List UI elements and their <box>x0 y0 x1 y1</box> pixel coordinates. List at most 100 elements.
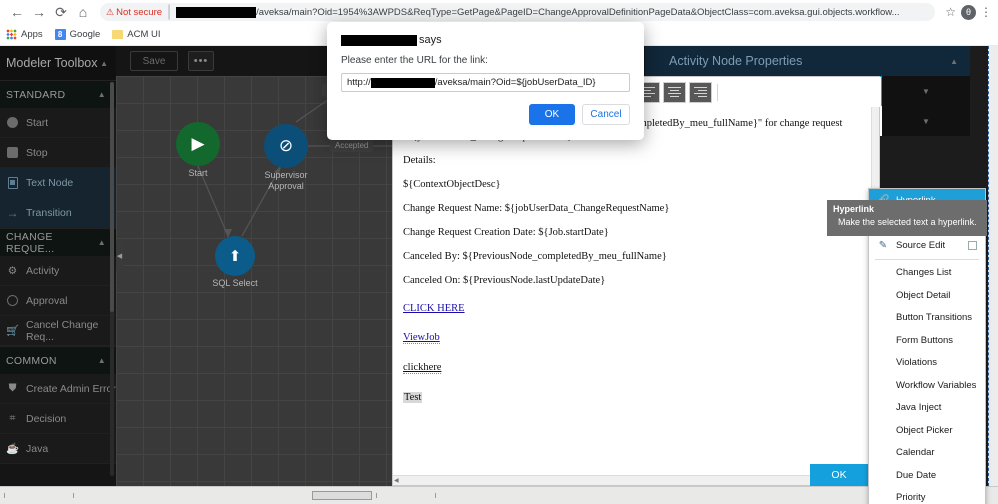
toolbox-item-text-node[interactable]: Text Node <box>0 168 116 198</box>
item-label: Approval <box>26 295 67 307</box>
workflow-node-start[interactable]: ▶ Start <box>176 122 220 166</box>
menu-item-calendar[interactable]: Calendar <box>869 442 985 465</box>
back-icon[interactable]: ← <box>6 1 28 23</box>
more-options-button[interactable]: ••• <box>188 51 214 71</box>
toolbox-item-create-admin-error[interactable]: ⛊ Create Admin Error <box>0 374 116 404</box>
reload-icon[interactable]: ⟳ <box>50 1 72 23</box>
coffee-icon: ☕ <box>6 442 19 455</box>
menu-item-label: Button Transitions <box>896 312 977 323</box>
toolbox-item-java[interactable]: ☕ Java <box>0 434 116 464</box>
menu-item-label: Source Edit <box>896 240 961 251</box>
toolbox-section-change-request[interactable]: CHANGE REQUE... ▲ <box>0 228 116 256</box>
toolbox-title-label: Modeler Toolbox <box>6 56 98 70</box>
url-prompt-dialog[interactable]: says Please enter the URL for the link: … <box>327 22 644 140</box>
scroll-left-icon[interactable]: ◀ <box>394 477 399 484</box>
menu-item-workflow-variables[interactable]: Workflow Variables <box>869 374 985 397</box>
bottom-status-strip <box>0 486 998 504</box>
toolbox-item-cancel-change-request[interactable]: 🛒 Cancel Change Req... <box>0 316 116 346</box>
toolbox-section-common[interactable]: COMMON ▲ <box>0 346 116 374</box>
bookmark-acm-ui[interactable]: ACM UI <box>112 29 160 40</box>
menu-item-source-edit[interactable]: ✎ Source Edit <box>869 234 985 257</box>
ruler-tick <box>435 493 436 498</box>
dialog-title: says <box>341 34 630 46</box>
menu-item-java-inject[interactable]: Java Inject <box>869 397 985 420</box>
signpost-icon: ⌗ <box>6 412 19 425</box>
menu-item-checkbox[interactable] <box>968 241 977 250</box>
editor-content[interactable]: An approval has been canceled by "${Prev… <box>393 107 881 485</box>
menu-item-priority[interactable]: Priority <box>869 487 985 504</box>
section-label: CHANGE REQUE... <box>6 231 98 255</box>
chevron-up-icon[interactable]: ▲ <box>950 57 958 66</box>
bookmark-star-icon[interactable]: ☆ <box>945 5 956 19</box>
menu-item-button-transitions[interactable]: Button Transitions <box>869 307 985 330</box>
dialog-actions: OK Cancel <box>341 104 630 125</box>
toolbox-title: Modeler Toolbox ▲ <box>0 46 116 80</box>
editor-paragraph: Change Request Creation Date: ${Job.star… <box>403 226 869 239</box>
editor-paragraph: Canceled By: ${PreviousNode_completedBy_… <box>403 250 869 263</box>
align-right-icon[interactable] <box>689 82 712 103</box>
dialog-ok-button[interactable]: OK <box>529 104 575 125</box>
tooltip-body: Make the selected text a hyperlink. <box>833 216 981 229</box>
menu-item-due-date[interactable]: Due Date <box>869 464 985 487</box>
editor-link-clickhere[interactable]: clickhere <box>403 362 441 374</box>
home-icon[interactable]: ⌂ <box>72 1 94 23</box>
align-center-icon[interactable] <box>663 82 686 103</box>
workflow-node-supervisor-approval[interactable]: ⊘ Supervisor Approval <box>264 124 308 168</box>
menu-item-object-detail[interactable]: Object Detail <box>869 284 985 307</box>
chevron-up-icon[interactable]: ▲ <box>100 59 108 68</box>
item-label: Text Node <box>26 177 73 189</box>
dialog-message: Please enter the URL for the link: <box>341 55 630 66</box>
dialog-cancel-button[interactable]: Cancel <box>582 104 630 125</box>
toolbox-item-transition[interactable]: → Transition <box>0 198 116 228</box>
toolbox-scrollbar[interactable] <box>110 82 114 476</box>
save-button[interactable]: Save <box>130 51 178 71</box>
editor-horizontal-scrollbar[interactable]: ◀ ▶ <box>393 475 881 485</box>
node-label: SQL Select <box>212 278 257 289</box>
bookmark-label: ACM UI <box>127 29 160 40</box>
warning-icon: ⚠ <box>106 7 114 18</box>
chevron-up-icon[interactable]: ▲ <box>98 356 106 365</box>
editor-paragraph: Change Request Name: ${jobUserData_Chang… <box>403 202 869 215</box>
url-input[interactable]: http:// /aveksa/main?Oid=${jobUserData_I… <box>341 73 630 92</box>
editor-link-viewjob[interactable]: ViewJob <box>403 332 440 344</box>
editor-paragraph: Canceled On: ${PreviousNode.lastUpdateDa… <box>403 274 869 287</box>
workflow-node-sql-select[interactable]: ⬆ SQL Select <box>215 236 255 276</box>
start-icon: ▶ <box>176 122 220 166</box>
chevron-down-icon: ▼ <box>922 117 930 126</box>
check-circle-icon <box>6 294 19 307</box>
toolbox-item-start[interactable]: Start <box>0 108 116 138</box>
toolbox-item-decision[interactable]: ⌗ Decision <box>0 404 116 434</box>
canvas-collapse-handle[interactable]: ◀ <box>116 241 123 271</box>
menu-item-changes-list[interactable]: Changes List <box>869 262 985 285</box>
section-label: COMMON <box>6 355 57 367</box>
editor-ok-button[interactable]: OK <box>810 464 868 486</box>
toolbox-item-approval[interactable]: Approval <box>0 286 116 316</box>
bookmark-apps[interactable]: Apps <box>6 29 43 40</box>
properties-collapse-slot-2[interactable]: ▼ <box>882 106 970 136</box>
address-bar[interactable]: ⚠ Not secure | /aveksa/main?Oid=1954%3AW… <box>100 3 935 21</box>
forward-icon[interactable]: → <box>28 1 50 23</box>
toolbox-section-standard[interactable]: STANDARD ▲ <box>0 80 116 108</box>
bookmark-google[interactable]: 8 Google <box>55 29 101 40</box>
dialog-title-suffix: says <box>419 34 442 46</box>
item-label: Java <box>26 443 48 455</box>
avatar[interactable]: θ <box>961 5 976 20</box>
menu-item-violations[interactable]: Violations <box>869 352 985 375</box>
menu-item-label: Violations <box>896 357 977 368</box>
chrome-menu-icon[interactable]: ⋮ <box>980 5 992 19</box>
toolbox-item-stop[interactable]: Stop <box>0 138 116 168</box>
not-secure-badge[interactable]: ⚠ Not secure <box>106 7 162 18</box>
activity-icon: ⚙ <box>6 264 19 277</box>
status-scroll-thumb[interactable] <box>312 491 372 500</box>
toolbox-item-activity[interactable]: ⚙ Activity <box>0 256 116 286</box>
menu-item-form-buttons[interactable]: Form Buttons <box>869 329 985 352</box>
omnibox-separator: | <box>167 3 171 21</box>
menu-item-object-picker[interactable]: Object Picker <box>869 419 985 442</box>
ruler-tick <box>4 493 5 498</box>
item-label: Stop <box>26 147 48 159</box>
chevron-up-icon[interactable]: ▲ <box>98 90 106 99</box>
editor-link-click-here[interactable]: CLICK HERE <box>403 303 465 314</box>
google-icon: 8 <box>55 29 66 40</box>
properties-collapse-slot[interactable]: ▼ <box>882 76 970 106</box>
chevron-up-icon[interactable]: ▲ <box>98 238 106 247</box>
